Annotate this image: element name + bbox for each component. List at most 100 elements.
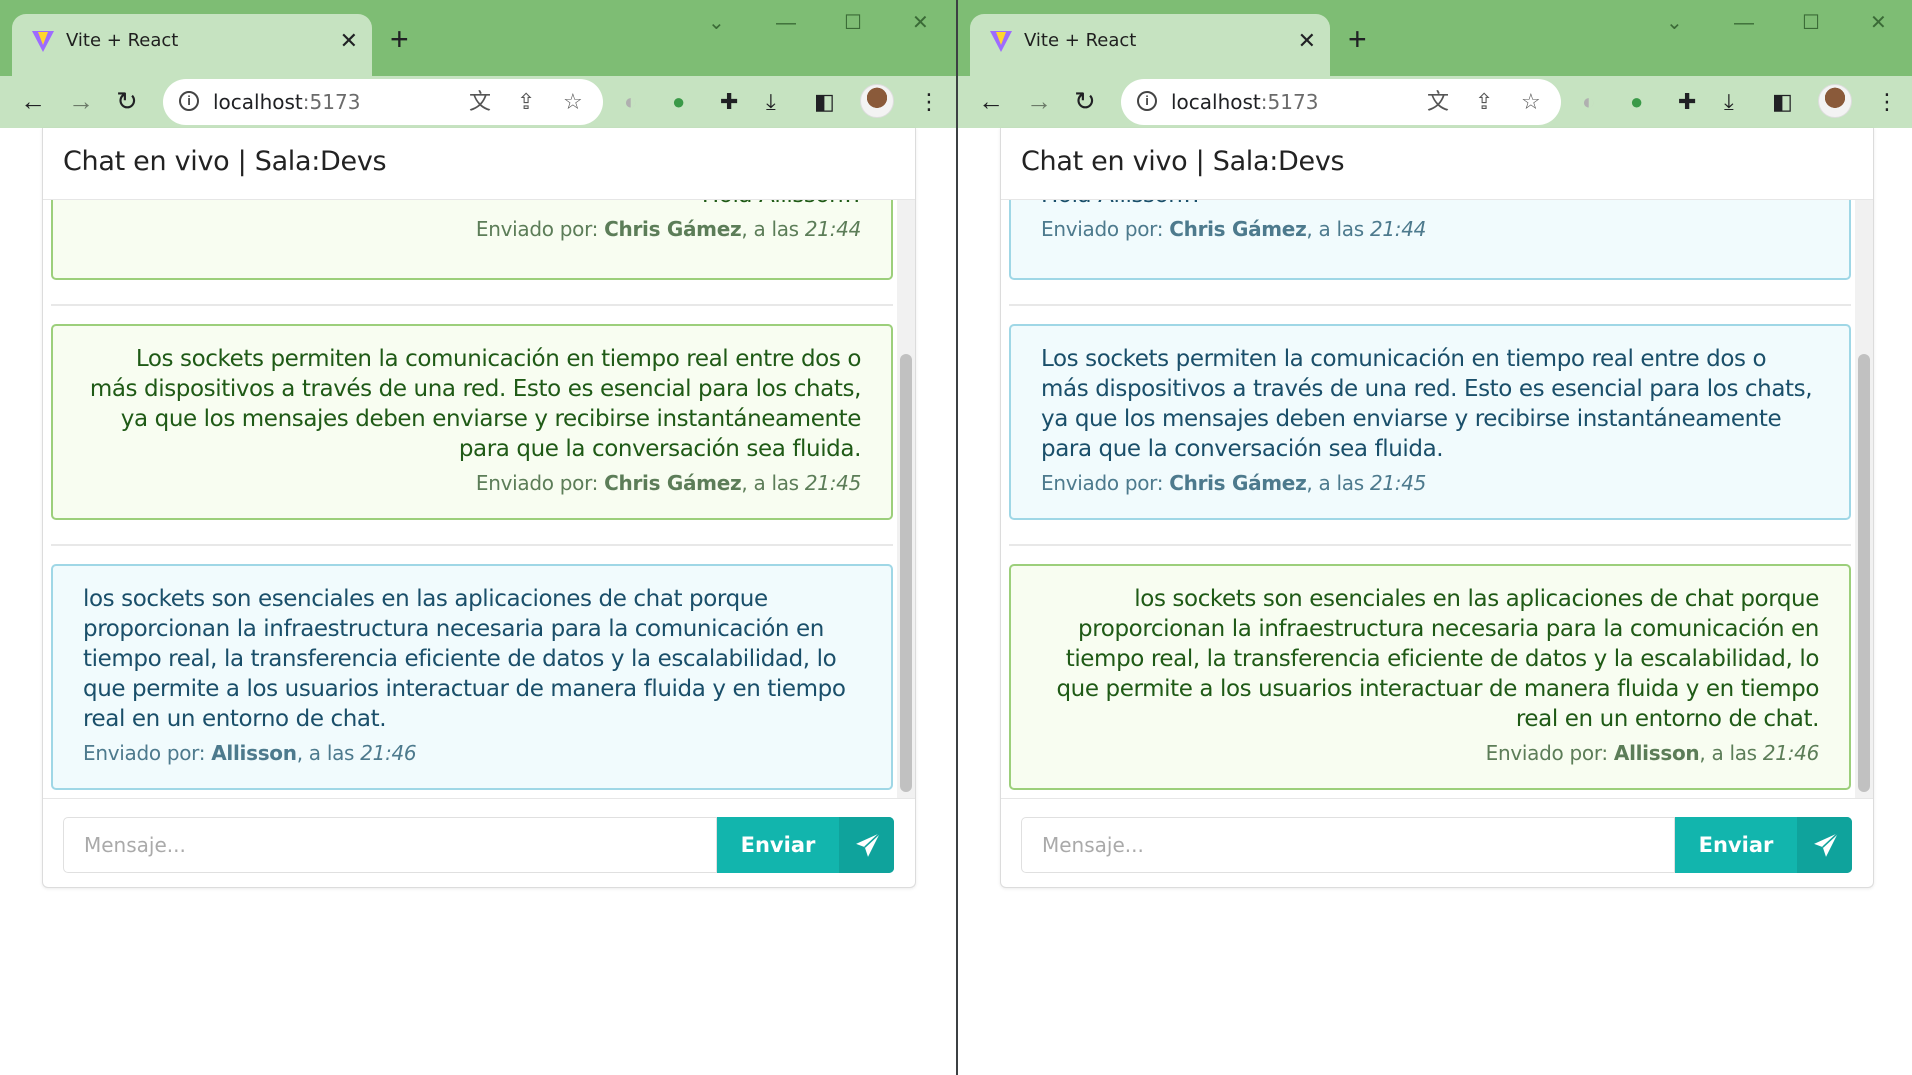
close-tab-icon[interactable]: ✕ [1298,26,1316,56]
send-icon-wrap [1797,817,1852,873]
composer: Enviar [1001,798,1873,888]
message-item: Los sockets permiten la comunicación en … [51,324,893,520]
tab-title: Vite + React [66,30,179,51]
message-text: Hola Allisson!! [83,200,862,210]
maximize-icon[interactable]: ☐ [844,10,862,36]
scrollbar-thumb[interactable] [1858,354,1870,792]
back-arrow-icon[interactable]: ← [978,84,1004,118]
message-list[interactable]: Hola Allisson!! Enviado por: Chris Gámez… [1001,200,1873,798]
browser-tab[interactable]: Vite + React ✕ [970,14,1330,76]
tab-strip: Vite + React ✕ + ⌄ — ☐ ✕ [958,0,1912,76]
message-text: los sockets son esenciales en las aplica… [1056,586,1819,732]
message-text: Los sockets permiten la comunicación en … [1041,346,1813,462]
url-text: localhost:5173 [1171,90,1319,114]
star-icon[interactable]: ☆ [1521,89,1541,115]
message-text: Los sockets permiten la comunicación en … [89,346,862,462]
message-meta: Enviado por: Chris Gámez, a las 21:44 [1041,217,1427,241]
scrollbar[interactable] [1855,200,1873,798]
message-item: Hola Allisson!! Enviado por: Chris Gámez… [51,200,893,280]
message-input[interactable] [1021,817,1675,873]
message-separator [1009,304,1851,306]
back-arrow-icon[interactable]: ← [20,84,46,118]
avatar[interactable] [860,84,894,118]
new-tab-plus-icon[interactable]: + [1348,22,1367,56]
message-separator [51,304,893,306]
send-button[interactable]: Enviar [1675,817,1852,873]
message-item: Los sockets permiten la comunicación en … [1009,324,1851,520]
message-text: los sockets son esenciales en las aplica… [83,586,846,732]
extension-icon[interactable]: ● [672,86,685,118]
vite-favicon-icon [32,31,54,52]
message-meta: Enviado por: Chris Gámez, a las 21:45 [1041,471,1427,495]
send-icon-wrap [839,817,894,873]
browser-toolbar: ← → ↻ i localhost:5173 文 ⇪ ☆ ◐ ● ✚ ⤓ ◧ ⋮ [0,76,956,128]
maximize-icon[interactable]: ☐ [1802,10,1820,36]
minimize-icon[interactable]: — [776,10,796,36]
google-extension-icon[interactable]: ◐ [1582,86,1595,118]
reload-icon[interactable]: ↻ [1074,84,1096,118]
browser-tab[interactable]: Vite + React ✕ [12,14,372,76]
tab-search-chevron-icon[interactable]: ⌄ [708,10,725,36]
star-icon[interactable]: ☆ [563,89,583,115]
translate-icon[interactable]: 文 [469,89,491,115]
avatar[interactable] [1818,84,1852,118]
chat-title: Chat en vivo | Sala:Devs [1021,146,1345,177]
extension-icon[interactable]: ● [1630,86,1643,118]
address-bar[interactable]: i localhost:5173 文 ⇪ ☆ [163,79,603,125]
message-meta: Enviado por: Allisson, a las 21:46 [1485,741,1820,765]
side-panel-icon[interactable]: ◧ [1772,86,1793,118]
paper-plane-icon [1814,832,1839,857]
tab-title: Vite + React [1024,30,1137,51]
message-meta: Enviado por: Allisson, a las 21:46 [83,741,417,765]
page-content: Chat en vivo | Sala:Devs Hola Allisson!!… [958,128,1912,1075]
tab-strip: Vite + React ✕ + ⌄ — ☐ ✕ [0,0,956,76]
chat-header: Chat en vivo | Sala:Devs [1001,128,1873,200]
translate-icon[interactable]: 文 [1427,89,1449,115]
forward-arrow-icon[interactable]: → [68,84,94,118]
puzzle-icon[interactable]: ✚ [1678,86,1696,118]
message-meta: Enviado por: Chris Gámez, a las 21:44 [475,217,861,241]
address-bar[interactable]: i localhost:5173 文 ⇪ ☆ [1121,79,1561,125]
vite-favicon-icon [990,31,1012,52]
message-item: los sockets son esenciales en las aplica… [1009,564,1851,790]
kebab-menu-icon[interactable]: ⋮ [918,86,940,118]
close-window-icon[interactable]: ✕ [912,10,929,36]
browser-window-right: Vite + React ✕ + ⌄ — ☐ ✕ ← → ↻ i localho… [958,0,1912,1075]
message-item: los sockets son esenciales en las aplica… [51,564,893,790]
message-separator [1009,544,1851,546]
message-meta: Enviado por: Chris Gámez, a las 21:45 [475,471,861,495]
site-info-icon[interactable]: i [179,91,199,111]
tab-search-chevron-icon[interactable]: ⌄ [1666,10,1683,36]
reload-icon[interactable]: ↻ [116,84,138,118]
send-button-label: Enviar [1698,833,1774,857]
send-button-label: Enviar [740,833,816,857]
share-icon[interactable]: ⇪ [517,89,535,115]
close-window-icon[interactable]: ✕ [1870,10,1887,36]
scrollbar-thumb[interactable] [900,354,912,792]
new-tab-plus-icon[interactable]: + [390,22,409,56]
puzzle-icon[interactable]: ✚ [720,86,738,118]
paper-plane-icon [856,832,881,857]
chat-card: Chat en vivo | Sala:Devs Hola Allisson!!… [42,128,916,888]
browser-toolbar: ← → ↻ i localhost:5173 文 ⇪ ☆ ◐ ● ✚ ⤓ ◧ ⋮ [958,76,1912,128]
browser-window-left: Vite + React ✕ + ⌄ — ☐ ✕ ← → ↻ i localho… [0,0,956,1075]
site-info-icon[interactable]: i [1137,91,1157,111]
side-panel-icon[interactable]: ◧ [814,86,835,118]
send-button[interactable]: Enviar [717,817,894,873]
minimize-icon[interactable]: — [1734,10,1754,36]
download-icon[interactable]: ⤓ [766,86,776,118]
message-list[interactable]: Hola Allisson!! Enviado por: Chris Gámez… [43,200,915,798]
close-tab-icon[interactable]: ✕ [340,26,358,56]
message-text: Hola Allisson!! [1041,200,1819,210]
page-content: Chat en vivo | Sala:Devs Hola Allisson!!… [0,128,956,1075]
chat-title: Chat en vivo | Sala:Devs [63,146,387,177]
google-extension-icon[interactable]: ◐ [624,86,637,118]
share-icon[interactable]: ⇪ [1475,89,1493,115]
kebab-menu-icon[interactable]: ⋮ [1876,86,1898,118]
composer: Enviar [43,798,915,888]
chat-header: Chat en vivo | Sala:Devs [43,128,915,200]
download-icon[interactable]: ⤓ [1724,86,1734,118]
message-input[interactable] [63,817,717,873]
scrollbar[interactable] [897,200,915,798]
forward-arrow-icon[interactable]: → [1026,84,1052,118]
